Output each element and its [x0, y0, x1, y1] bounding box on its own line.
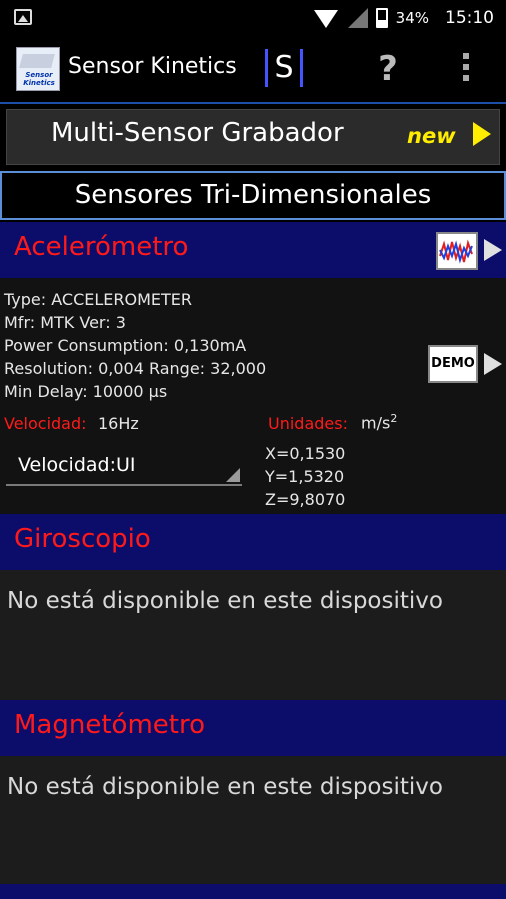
- velocity-value: 16Hz: [98, 414, 139, 433]
- sensor-info: Type: ACCELEROMETER Mfr: MTK Ver: 3 Powe…: [4, 288, 266, 403]
- section-title: Sensores Tri-Dimensionales: [74, 180, 432, 210]
- section-header: Sensores Tri-Dimensionales: [0, 171, 506, 220]
- s-icon[interactable]: S: [265, 49, 303, 87]
- overflow-menu-icon[interactable]: [458, 53, 474, 85]
- graph-icon[interactable]: [436, 232, 478, 270]
- magnetometer-unavailable-message: No está disponible en este dispositivo: [7, 774, 443, 800]
- battery-percent: 34%: [395, 9, 429, 27]
- y-value: Y=1,5320: [265, 467, 345, 486]
- demo-button[interactable]: DEMO: [428, 345, 478, 383]
- battery-icon: [375, 8, 388, 28]
- velocity-spinner[interactable]: Velocidad:UI: [6, 446, 242, 486]
- sensor-resolution: Resolution: 0,004 Range: 32,000: [4, 359, 267, 378]
- multi-sensor-recorder-button[interactable]: Multi-Sensor Grabador new: [6, 109, 500, 165]
- next-section-header[interactable]: [0, 884, 506, 899]
- magnetometer-title: Magnetómetro: [14, 710, 205, 740]
- multi-sensor-label: Multi-Sensor Grabador: [51, 118, 344, 148]
- sensor-manufacturer: Mfr: MTK Ver: 3: [4, 313, 126, 332]
- new-badge: new: [407, 124, 456, 148]
- app-logo: Sensor Kinetics: [16, 47, 60, 91]
- app-bar: Sensor Kinetics Sensor Kinetics S ?: [0, 36, 506, 102]
- status-bar: 34% 15:10: [0, 0, 506, 36]
- sensor-type: Type: ACCELEROMETER: [4, 290, 192, 309]
- gyroscope-header[interactable]: Giroscopio: [0, 514, 506, 570]
- accelerometer-details: Type: ACCELEROMETER Mfr: MTK Ver: 3 Powe…: [0, 278, 506, 514]
- appbar-divider: [0, 102, 506, 104]
- magnetometer-header[interactable]: Magnetómetro: [0, 700, 506, 756]
- gyroscope-panel: No está disponible en este dispositivo: [0, 570, 506, 700]
- play-arrow-icon[interactable]: [484, 239, 502, 261]
- xyz-readout: X=0,1530 Y=1,5320 Z=9,8070: [265, 442, 345, 511]
- cell-signal-icon: [346, 8, 368, 28]
- arrow-right-icon: [473, 122, 491, 146]
- x-value: X=0,1530: [265, 444, 346, 463]
- magnetometer-panel: No está disponible en este dispositivo: [0, 756, 506, 884]
- units-value: m/s2: [361, 412, 398, 433]
- gyroscope-unavailable-message: No está disponible en este dispositivo: [7, 588, 443, 614]
- wifi-icon: [313, 10, 338, 28]
- sensor-power: Power Consumption: 0,130mA: [4, 336, 247, 355]
- z-value: Z=9,8070: [265, 490, 346, 509]
- accelerometer-header[interactable]: Acelerómetro: [0, 222, 506, 278]
- image-notification-icon: [14, 9, 32, 25]
- velocity-label: Velocidad:: [4, 414, 87, 433]
- clock: 15:10: [445, 8, 494, 28]
- units-label: Unidades:: [268, 414, 348, 433]
- demo-play-arrow-icon[interactable]: [484, 353, 502, 375]
- status-icons: 34% 15:10: [313, 6, 494, 30]
- gyroscope-title: Giroscopio: [14, 524, 151, 554]
- spinner-selected-value: Velocidad:UI: [18, 454, 136, 476]
- accelerometer-title: Acelerómetro: [14, 232, 189, 262]
- dropdown-caret-icon: [226, 468, 240, 482]
- help-icon[interactable]: ?: [374, 51, 402, 87]
- sensor-min-delay: Min Delay: 10000 µs: [4, 382, 168, 401]
- app-title: Sensor Kinetics: [68, 54, 237, 79]
- logo-text: Sensor Kinetics: [23, 71, 55, 87]
